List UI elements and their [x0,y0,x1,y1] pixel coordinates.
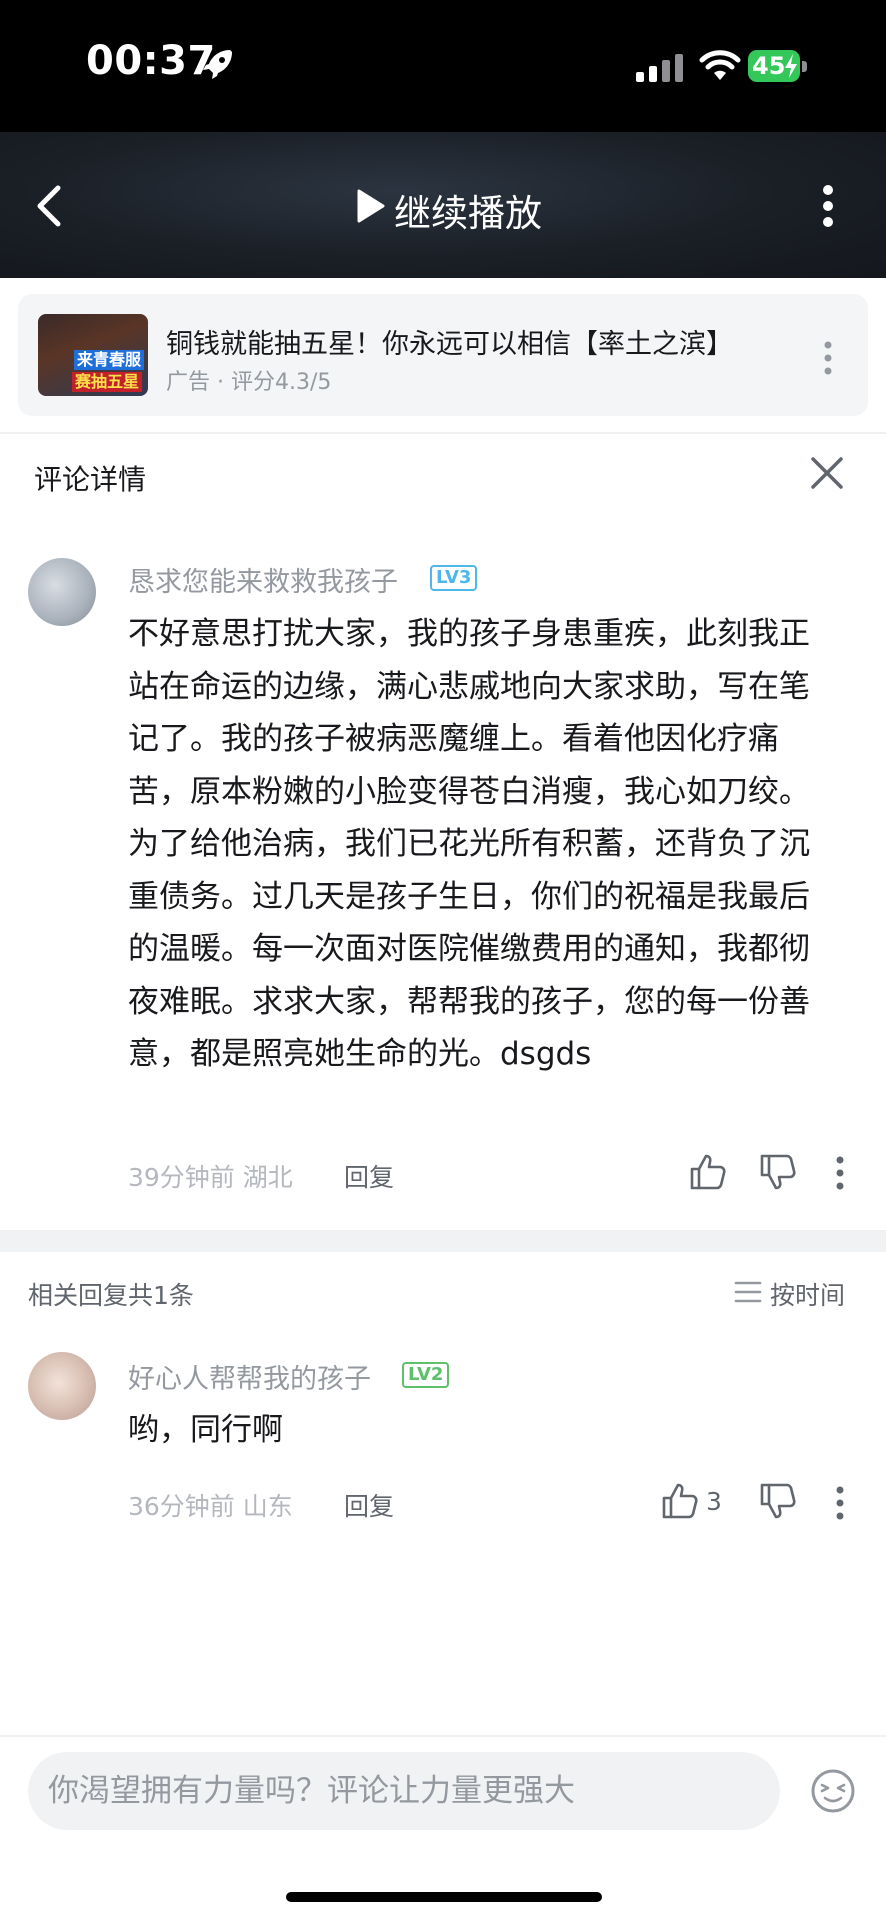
play-icon[interactable] [354,188,386,224]
reply-location: 山东 [242,1492,293,1521]
bottom-divider [0,1735,886,1737]
reply-meta: 36分钟前 山东 [128,1487,293,1523]
divider [0,432,886,434]
thumbs-down-icon[interactable] [758,1481,798,1521]
comment-detail-title: 评论详情 [34,463,147,496]
replies-count: 相关回复共1条 [28,1281,194,1310]
comment-username[interactable]: 恳求您能来救救我孩子 [128,560,398,599]
battery-level: 45 [752,52,786,80]
thumbs-up-icon[interactable] [688,1152,728,1192]
wifi-icon [699,50,741,80]
comment-input[interactable] [28,1752,780,1830]
ad-thumbnail[interactable]: 来青春服 赛抽五星 [38,314,148,396]
sort-icon[interactable] [734,1280,762,1304]
section-separator [0,1230,886,1252]
reply-button[interactable]: 回复 [344,1158,394,1194]
battery-indicator: 45 [748,50,808,84]
avatar[interactable] [28,1352,96,1420]
comment-time: 39分钟前 [128,1163,235,1192]
more-vertical-icon[interactable] [822,184,834,228]
reply-text: 哟，同行啊 [128,1412,283,1448]
ad-thumb-text-2: 赛抽五星 [72,372,143,392]
comment-text: 不好意思打扰大家，我的孩子身患重疾，此刻我正站在命运的边缘，满心悲戚地向大家求助… [128,616,810,1072]
thumbs-up-icon[interactable] [660,1481,700,1521]
avatar[interactable] [28,558,96,626]
charging-bolt-icon [785,54,797,78]
status-time: 00:37 [86,38,216,84]
reply-button[interactable]: 回复 [344,1487,394,1523]
more-vertical-icon[interactable] [834,1156,846,1190]
ad-thumb-text-1: 来青春服 [74,350,145,370]
thumbs-down-icon[interactable] [758,1152,798,1192]
continue-playing-button[interactable]: 继续播放 [394,183,542,237]
ad-subtitle: 广告 · 评分4.3/5 [166,370,332,395]
comment-meta: 39分钟前 湖北 [128,1158,293,1194]
level-badge: LV2 [402,1362,450,1388]
like-count: 3 [706,1487,722,1516]
sort-by-time-button[interactable]: 按时间 [770,1276,845,1312]
ad-more-icon[interactable] [822,340,834,376]
close-icon[interactable] [810,456,844,490]
rocket-icon [203,50,232,79]
reply-username[interactable]: 好心人帮帮我的孩子 [128,1357,371,1396]
level-badge: LV3 [430,565,478,591]
more-vertical-icon[interactable] [834,1486,846,1520]
reply-time: 36分钟前 [128,1492,235,1521]
comment-location: 湖北 [242,1163,293,1192]
ad-title[interactable]: 铜钱就能抽五星！你永远可以相信【率土之滨】 [166,322,786,361]
home-indicator[interactable] [286,1892,602,1902]
back-chevron-icon[interactable] [32,184,68,228]
emoji-icon[interactable] [810,1768,856,1814]
battery-cap [802,61,807,72]
signal-icon [636,54,683,82]
